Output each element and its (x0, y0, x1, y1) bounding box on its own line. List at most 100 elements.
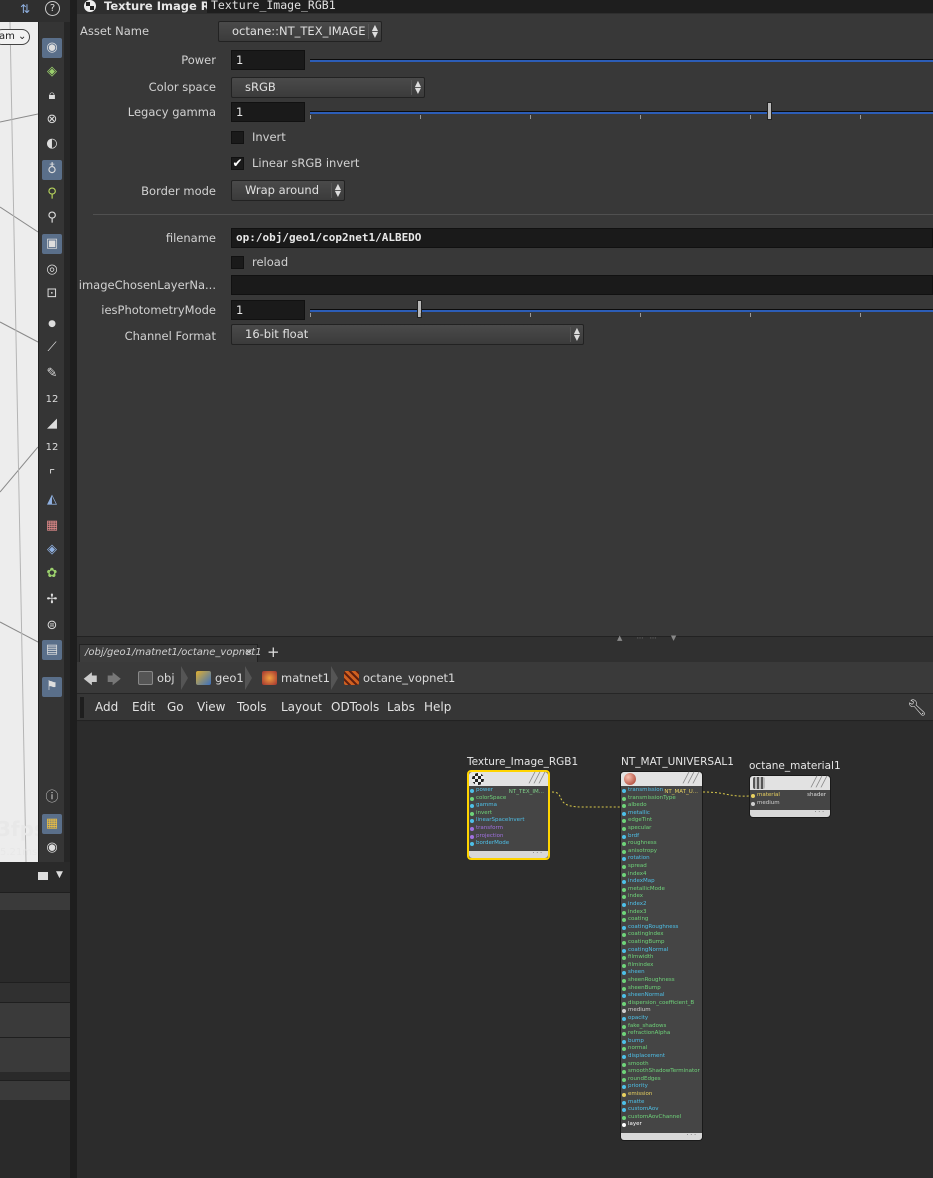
invert-checkbox[interactable] (231, 131, 244, 144)
input-port-edgetint[interactable]: edgeTint (621, 817, 652, 824)
input-port-coatingbump[interactable]: coatingBump (622, 939, 665, 946)
image-chosen-layer-input[interactable] (231, 275, 933, 295)
input-port-albedo[interactable]: albedo (622, 802, 647, 809)
input-port-anisotropy[interactable]: anisotropy (621, 848, 657, 855)
input-port-smooth[interactable]: smooth (622, 1061, 649, 1068)
breadcrumb-octane-vopnet1[interactable]: octane_vopnet1 (341, 668, 455, 688)
point-icon[interactable]: ● (42, 314, 62, 334)
number-12-prim-icon[interactable]: 12 (42, 438, 62, 458)
input-port-sheen[interactable]: sheen (622, 969, 645, 976)
menu-tools[interactable]: Tools (237, 700, 267, 714)
input-port-matte[interactable]: matte (621, 1099, 644, 1106)
input-port-displacement[interactable]: displacement (621, 1053, 665, 1060)
power-input[interactable]: 1 (231, 50, 305, 70)
ies-photometry-input[interactable]: 1 (231, 300, 305, 320)
input-port-customaov[interactable]: customAov (622, 1106, 659, 1113)
wrench-icon[interactable]: 🔧︎ (907, 698, 927, 717)
input-port-opacity[interactable]: opacity (621, 1015, 648, 1022)
info-icon[interactable]: ⓘ (42, 788, 62, 808)
background-image-icon[interactable]: ▤ (42, 640, 62, 660)
light-bulb-icon[interactable]: ⚲ (42, 184, 62, 204)
input-port-projection[interactable]: projection (469, 833, 503, 840)
color-space-menu[interactable]: sRGB ▲ ▼ (231, 77, 425, 98)
brush-icon[interactable]: ✎ (42, 364, 62, 384)
input-port-spread[interactable]: spread (622, 863, 647, 870)
input-port-sheenroughness[interactable]: sheenRoughness (622, 977, 675, 984)
input-port-material[interactable]: material (751, 792, 780, 799)
input-port-metallic[interactable]: metallic (622, 810, 650, 817)
legacy-gamma-slider-handle[interactable] (767, 102, 773, 120)
input-port-layer[interactable]: layer (622, 1121, 642, 1128)
headlight-icon[interactable]: ♁ (42, 160, 62, 180)
material-output-port[interactable]: shader (807, 792, 826, 799)
input-port-transmission[interactable]: transmission (621, 787, 663, 794)
input-port-index2[interactable]: index2 (622, 901, 647, 908)
ghost-icon[interactable]: ◈ (42, 62, 62, 82)
input-port-index3[interactable]: index3 (622, 909, 647, 916)
input-port-sheennormal[interactable]: sheenNormal (622, 992, 665, 999)
layout-icon[interactable]: ▦ (42, 814, 62, 834)
checker-icon[interactable]: ▦ (42, 516, 62, 536)
ies-photometry-slider[interactable] (310, 309, 933, 312)
input-port-coatingnormal[interactable]: coatingNormal (621, 947, 668, 954)
corner-icon[interactable]: ⌜ (42, 466, 62, 486)
input-port-dispersion-coefficient-b[interactable]: dispersion_coefficient_B (621, 1000, 694, 1007)
handedness-icon[interactable]: ⇅ (20, 2, 30, 16)
input-port-coating[interactable]: coating (621, 916, 648, 923)
pin-icon[interactable]: ⚑ (42, 677, 62, 697)
input-port-coatingindex[interactable]: coatingIndex (622, 931, 664, 938)
input-port-transform[interactable]: transform (470, 825, 503, 832)
close-circle-icon[interactable]: ⊗ (42, 110, 62, 130)
origin-icon[interactable]: ✢ (42, 590, 62, 610)
edge-icon[interactable]: ⟋ (42, 338, 62, 358)
filename-input[interactable]: op:/obj/geo1/cop2net1/ALBEDO (231, 228, 933, 248)
forward-arrow-icon[interactable]: 🡆 (107, 669, 121, 693)
input-port-filmwidth[interactable]: filmwidth (622, 954, 654, 961)
grid-icon[interactable]: ⊜ (42, 616, 62, 636)
input-port-indexmap[interactable]: indexMap (622, 878, 655, 885)
input-port-bordermode[interactable]: borderMode (469, 840, 509, 847)
pane-divider[interactable]: ▲ ⋯⋯ ▼ (77, 634, 933, 643)
linear-srgb-invert-checkbox[interactable]: ✔ (231, 157, 244, 170)
channel-format-menu[interactable]: 16-bit float ▲ ▼ (231, 324, 584, 345)
input-port-gamma[interactable]: gamma (470, 802, 497, 809)
node-name-input[interactable]: Texture_Image_RGB1 (207, 0, 933, 13)
input-port-colorspace[interactable]: colorSpace (469, 795, 506, 802)
toolbar-grip[interactable] (80, 697, 84, 718)
input-port-roundedges[interactable]: roundEdges (622, 1076, 661, 1083)
back-arrow-icon[interactable]: 🡄 (83, 669, 97, 693)
input-port-roughness[interactable]: roughness (622, 840, 657, 847)
texture-image-node[interactable]: ╱╱╱ power colorSpace gamma invert linearSpac… (467, 770, 550, 860)
uv-icon[interactable]: ◈ (42, 540, 62, 560)
menu-layout[interactable]: Layout (281, 700, 322, 714)
input-port-specular[interactable]: specular (621, 825, 651, 832)
border-mode-menu[interactable]: Wrap around ▲ ▼ (231, 180, 345, 201)
octane-material-node[interactable]: ╱╱╱ material medium shader · · · (749, 775, 831, 818)
input-port-coatingroughness[interactable]: coatingRoughness (621, 924, 678, 931)
power-slider[interactable] (310, 59, 933, 62)
asset-name-menu[interactable]: octane::NT_TEX_IMAGE ▲ ▼ (218, 21, 382, 42)
network-path-tab[interactable]: /obj/geo1/matnet1/octane_vopnet1 × (79, 644, 262, 662)
chevron-down-icon[interactable]: ▼ (56, 870, 63, 880)
input-port-smoothshadowterminator[interactable]: smoothShadowTerminator (622, 1068, 700, 1075)
menu-add[interactable]: Add (95, 700, 118, 714)
input-port-index4[interactable]: index4 (622, 871, 647, 878)
snapshot-icon[interactable]: ⊡ (42, 284, 62, 304)
reload-checkbox[interactable] (231, 256, 244, 269)
legacy-gamma-input[interactable]: 1 (231, 102, 305, 122)
texture-output-port[interactable]: NT_TEX_IM... (509, 789, 544, 796)
pane-splitter[interactable] (70, 0, 77, 1178)
input-port-linearspaceinvert[interactable]: linearSpaceInvert (469, 817, 524, 824)
add-tab-icon[interactable]: + (267, 643, 280, 661)
menu-help[interactable]: Help (424, 700, 451, 714)
input-port-invert[interactable]: invert (469, 810, 492, 817)
help-icon[interactable]: ? (45, 1, 60, 16)
menu-view[interactable]: View (197, 700, 225, 714)
input-port-index[interactable]: index (621, 893, 643, 900)
input-port-refractionalpha[interactable]: refractionAlpha (621, 1030, 670, 1037)
input-port-emission[interactable]: emission (621, 1091, 652, 1098)
close-icon[interactable]: × (245, 645, 253, 661)
input-port-rotation[interactable]: rotation (622, 855, 650, 862)
menu-edit[interactable]: Edit (132, 700, 155, 714)
shading-icon[interactable]: ◐ (42, 134, 62, 154)
